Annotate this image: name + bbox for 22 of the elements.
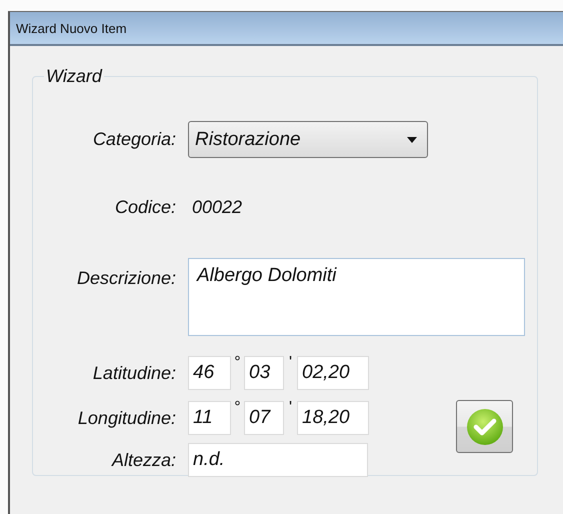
field-label: Latitudine: (92, 362, 176, 384)
field-label: Longitudine: (76, 408, 176, 428)
window-title: Wizard Nuovo Item (10, 12, 563, 46)
description-field[interactable]: Albergo Dolomiti (188, 258, 525, 336)
minutes-field[interactable]: 03 (244, 356, 284, 390)
seconds-field[interactable]: 02,20 (297, 356, 369, 390)
minute-mark: ' (288, 356, 294, 370)
field-label: Codice: (114, 196, 176, 218)
degree-mark: ° (233, 401, 242, 415)
degree-mark: ° (233, 356, 242, 370)
field-label: Descrizione: (76, 268, 176, 289)
group-title: Wizard (45, 66, 104, 87)
category-dropdown[interactable]: Ristorazione (188, 121, 428, 158)
field-label: Altezza: (110, 450, 176, 470)
minutes-field[interactable]: 07 (244, 401, 284, 435)
seconds-field[interactable]: 18,20 (297, 401, 369, 435)
degrees-field[interactable]: 11 (188, 401, 231, 435)
degrees-field[interactable]: 46 (188, 356, 231, 390)
altitude-field[interactable]: n.d. (188, 443, 368, 477)
code-value: 00022 (192, 196, 242, 218)
field-label: Categoria: (92, 129, 176, 150)
minute-mark: ' (288, 401, 294, 415)
